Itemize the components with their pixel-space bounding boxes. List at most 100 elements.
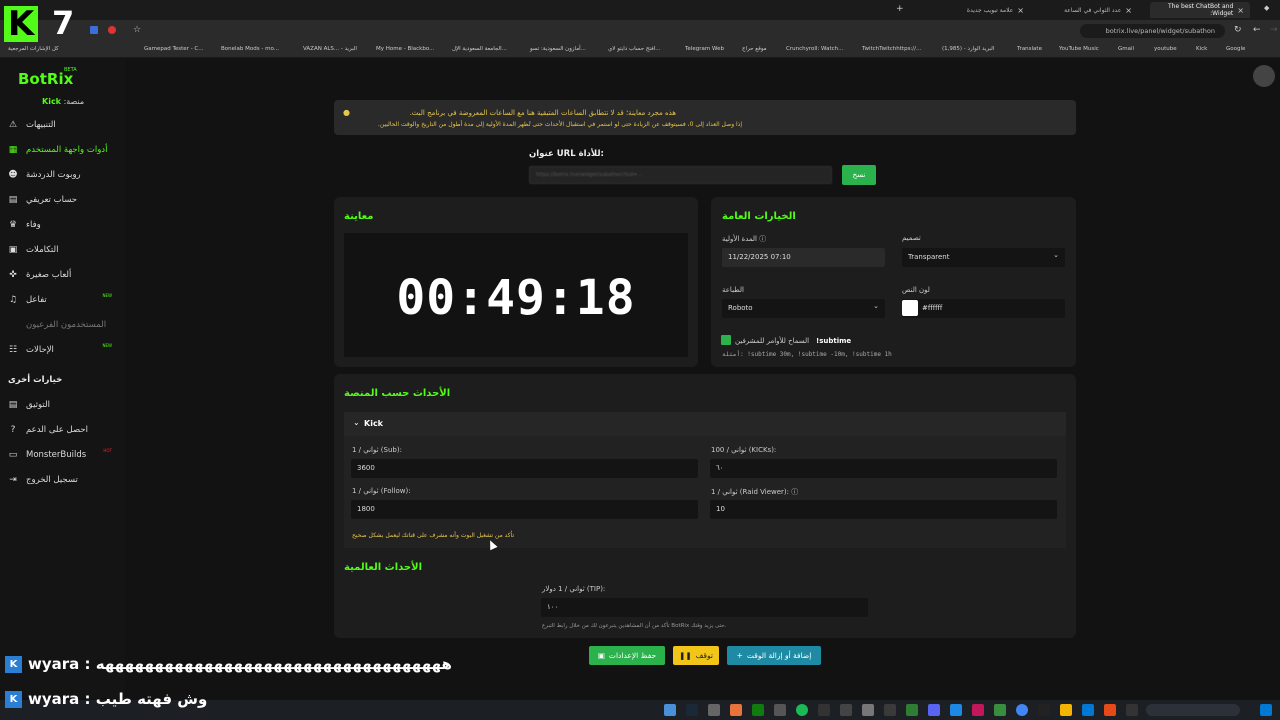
sidebar-item[interactable]: ▣ التكاملات <box>8 241 120 259</box>
bookmark[interactable]: موقع حراج <box>742 46 767 52</box>
sidebar-item[interactable]: ☻ روبوت الدردشة <box>8 166 120 184</box>
bookmark[interactable]: Gamepad Tester - C... <box>144 46 204 52</box>
bookmark[interactable]: Google <box>1226 46 1245 52</box>
extension-icon[interactable] <box>90 26 98 34</box>
follow-seconds-input[interactable]: 1800 <box>351 500 698 519</box>
browser-tab-bar: × The best ChatBot and Widget: × عدد الث… <box>0 0 1280 20</box>
sub-seconds-input[interactable]: 3600 <box>351 459 698 478</box>
raid-seconds-label: 1 / ثواني (Raid Viewer): ⓘ <box>711 487 798 497</box>
bookmark[interactable]: Crunchyroll: Watch... <box>786 46 843 52</box>
taskbar-app-icon[interactable] <box>730 704 742 716</box>
bookmark[interactable]: Bonelab Mods - mo... <box>221 46 279 52</box>
tip-note: تأكد من أن المشاهدين يتبرعون لك من خلال … <box>542 623 727 629</box>
bookmark[interactable]: Gmail <box>1118 46 1134 52</box>
search-box[interactable] <box>1146 704 1240 716</box>
info-icon[interactable]: ⓘ <box>791 488 798 496</box>
sidebar-other-item[interactable]: ? احصل على الدعم <box>8 421 120 439</box>
taskbar-app-icon[interactable] <box>1038 704 1050 716</box>
spotify-icon[interactable] <box>796 704 808 716</box>
tab-seconds[interactable]: × عدد الثواني في الساعة <box>1038 2 1138 18</box>
raid-seconds-input[interactable]: 10 <box>710 500 1057 519</box>
discord-icon[interactable] <box>928 704 940 716</box>
close-icon[interactable]: × <box>1017 6 1024 15</box>
bookmark[interactable]: Kick <box>1196 46 1207 52</box>
taskbar-app-icon[interactable] <box>774 704 786 716</box>
sidebar-item[interactable]: المستخدمون الفرعيون <box>8 316 120 334</box>
bookmark[interactable]: افتح حساب دايتو لاي... <box>608 46 660 52</box>
new-badge: NEW <box>102 293 112 298</box>
sidebar-item[interactable]: ✜ ألعاب صغيرة <box>8 266 120 284</box>
save-settings-button[interactable]: ▣ حفظ الإعدادات <box>589 646 665 665</box>
sidebar-item[interactable]: ♫ تفاعل NEW <box>8 291 120 309</box>
taskbar-app-icon[interactable] <box>1126 704 1138 716</box>
close-icon[interactable]: × <box>1125 6 1132 15</box>
taskbar-app-icon[interactable] <box>840 704 852 716</box>
bookmark[interactable]: الجامعة السعودية الإل... <box>452 46 507 52</box>
windows-start-icon[interactable] <box>1260 704 1272 716</box>
color-swatch[interactable] <box>902 300 918 316</box>
sidebar-item[interactable]: ⚠ التنبيهات <box>8 116 120 134</box>
widget-url-label: عنوان URL للأداة: <box>529 149 604 159</box>
sidebar-item[interactable]: ▦ أدوات واجهة المستخدم <box>8 141 120 159</box>
taskbar-app-icon[interactable] <box>972 704 984 716</box>
font-select[interactable]: Roboto ⌄ <box>722 299 885 318</box>
new-tab-icon[interactable]: + <box>896 4 904 14</box>
tab-botrix[interactable]: × The best ChatBot and Widget: <box>1150 2 1250 18</box>
bookmark[interactable]: أمازون السعودية: تسو... <box>530 46 586 52</box>
copy-button[interactable]: نسخ <box>842 165 876 185</box>
bookmark[interactable]: Translate <box>1017 46 1042 52</box>
widget-url-input[interactable]: https://botrix.live/widget/subathon?bid=… <box>529 166 832 184</box>
bookmark[interactable]: Telegram Web <box>685 46 724 52</box>
taskbar-app-icon[interactable] <box>1082 704 1094 716</box>
bookmark[interactable]: YouTube Music <box>1059 46 1099 52</box>
kick-accordion-header[interactable]: ⌄ Kick <box>344 412 1066 436</box>
taskbar-app-icon[interactable] <box>818 704 830 716</box>
add-remove-time-button[interactable]: + إضافة أو إزالة الوقت <box>727 646 821 665</box>
initial-duration-input[interactable]: 11/22/2025 07:10 <box>722 248 885 267</box>
url-field[interactable]: botrix.live/panel/widget/subathon <box>1080 24 1225 38</box>
sidebar-other-item[interactable]: ▤ التوثيق <box>8 396 120 414</box>
bookmark[interactable]: VAZAN ALS... - البريد <box>303 46 357 52</box>
close-icon[interactable]: × <box>1237 6 1244 15</box>
star-icon[interactable]: ☆ <box>133 25 141 35</box>
taskbar-app-icon[interactable] <box>664 704 676 716</box>
bookmark[interactable]: (1,985) - البريد الوارد <box>942 46 994 52</box>
bookmark[interactable]: TwitchTwitchhttps://... <box>862 46 921 52</box>
sidebar-item[interactable]: ♛ وفاء <box>8 216 120 234</box>
avatar[interactable] <box>1253 65 1275 87</box>
chrome-icon[interactable] <box>1016 704 1028 716</box>
tab-new[interactable]: × علامة تبويب جديدة <box>930 2 1030 18</box>
taskbar-app-icon[interactable] <box>906 704 918 716</box>
sidebar-other-item[interactable]: ⇥ تسجيل الخروج <box>8 471 120 489</box>
taskbar-app-icon[interactable] <box>950 704 962 716</box>
back-icon[interactable]: ← <box>1253 25 1261 35</box>
sidebar-other-item[interactable]: ▭ MonsterBuilds HOT <box>8 446 120 464</box>
text-color-input[interactable]: #ffffff <box>902 299 1065 318</box>
trophy-icon: ♛ <box>8 220 18 230</box>
tab-search-icon[interactable]: ◆ <box>1264 4 1269 12</box>
bookmark[interactable]: youtube <box>1154 46 1177 52</box>
folder-icon[interactable] <box>1060 704 1072 716</box>
info-icon[interactable]: ⓘ <box>759 235 766 243</box>
forward-icon[interactable]: → <box>1270 25 1278 35</box>
taskbar-app-icon[interactable] <box>1104 704 1116 716</box>
record-icon[interactable] <box>108 26 116 34</box>
tip-seconds-input[interactable]: ١٠٠ <box>541 598 868 617</box>
sidebar-item[interactable]: ☷ الإحالات NEW <box>8 341 120 359</box>
design-select[interactable]: Transparent ⌄ <box>902 248 1065 267</box>
platform-label: منصة: <box>63 97 85 106</box>
kicks-seconds-input[interactable]: ٦٠ <box>710 459 1057 478</box>
sidebar-item[interactable]: ▤ حساب تعريفي <box>8 191 120 209</box>
taskbar-app-icon[interactable] <box>884 704 896 716</box>
allow-mods-checkbox[interactable] <box>721 335 731 345</box>
steam-icon[interactable] <box>686 704 698 716</box>
bookmark[interactable]: My Home - Blackbo... <box>376 46 434 52</box>
xbox-icon[interactable] <box>752 704 764 716</box>
taskbar-app-icon[interactable] <box>994 704 1006 716</box>
reload-icon[interactable]: ↻ <box>1234 25 1242 35</box>
streamer-logo: K 7 <box>4 4 74 44</box>
pause-button[interactable]: ❚❚ توقف <box>673 646 719 665</box>
taskbar-app-icon[interactable] <box>708 704 720 716</box>
bookmark-all[interactable]: كل الإشارات المرجعية <box>8 46 59 52</box>
taskbar-app-icon[interactable] <box>862 704 874 716</box>
